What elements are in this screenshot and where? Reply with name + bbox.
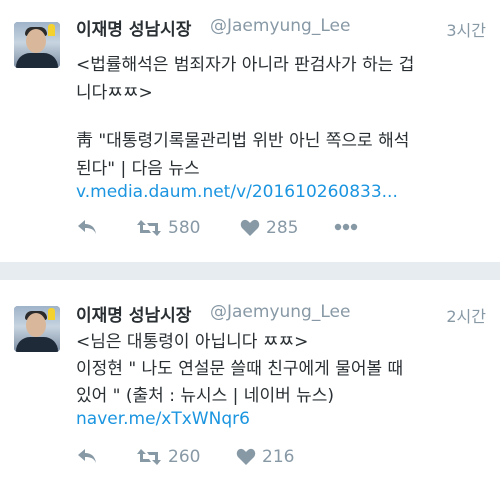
tweet-actions: 260 216 — [76, 447, 476, 471]
tweet-text-line: 된다" | 다음 뉴스 — [76, 159, 200, 179]
tweet-text-line: <법률해석은 범죄자가 아니라 판검사가 하는 겁 — [76, 55, 415, 75]
tweet-card[interactable]: 이재명 성남시장 @Jaemyung_Lee 2시간 <님은 대통령이 아닙니다… — [0, 280, 500, 500]
reply-icon — [78, 449, 96, 463]
tweet-text-line: 靑 "대통령기록물관리법 위반 아닌 쪽으로 해석 — [76, 131, 410, 151]
tweet-actions: 580 285 — [76, 218, 476, 242]
tweet-text-line: 니다ㅉㅉ> — [76, 83, 153, 103]
retweet-button[interactable]: 580 — [136, 218, 200, 238]
author-name[interactable]: 이재명 성남시장 — [76, 15, 191, 40]
reply-button[interactable] — [76, 218, 98, 236]
like-count: 285 — [266, 218, 299, 238]
author-handle[interactable]: @Jaemyung_Lee — [210, 16, 350, 36]
retweet-button[interactable]: 260 — [136, 447, 200, 467]
yellow-ribbon-icon — [48, 308, 55, 320]
author-handle[interactable]: @Jaemyung_Lee — [210, 302, 350, 322]
reply-icon — [78, 220, 96, 234]
more-icon — [334, 223, 358, 231]
heart-icon — [240, 219, 260, 236]
tweet-text-line: <님은 대통령이 아닙니다 ㅉㅉ> — [76, 332, 309, 352]
tweet-timestamp[interactable]: 3시간 — [446, 17, 486, 41]
tweet-card[interactable]: 이재명 성남시장 @Jaemyung_Lee 3시간 <법률해석은 범죄자가 아… — [0, 0, 500, 262]
tweet-text-line: 있어 " (출처 : 뉴시스 | 네이버 뉴스) — [76, 386, 335, 406]
retweet-icon — [137, 449, 161, 465]
like-count: 216 — [262, 447, 295, 467]
reply-button[interactable] — [76, 447, 98, 465]
like-button[interactable]: 285 — [240, 218, 298, 238]
tweet-link[interactable]: naver.me/xTxWNqr6 — [76, 409, 250, 429]
tweet-timestamp[interactable]: 2시간 — [446, 303, 486, 327]
avatar[interactable] — [14, 306, 60, 352]
heart-icon — [236, 448, 256, 465]
yellow-ribbon-icon — [48, 24, 55, 36]
like-button[interactable]: 216 — [236, 447, 294, 467]
author-name[interactable]: 이재명 성남시장 — [76, 301, 191, 326]
more-button[interactable] — [334, 222, 358, 232]
tweet-text-line: 이정현 " 나도 연설문 쓸때 친구에게 물어볼 때 — [76, 359, 404, 379]
retweet-icon — [137, 220, 161, 236]
tweet-link[interactable]: v.media.daum.net/v/201610260833... — [76, 182, 398, 202]
retweet-count: 260 — [168, 447, 201, 467]
avatar[interactable] — [14, 22, 60, 68]
retweet-count: 580 — [168, 218, 201, 238]
